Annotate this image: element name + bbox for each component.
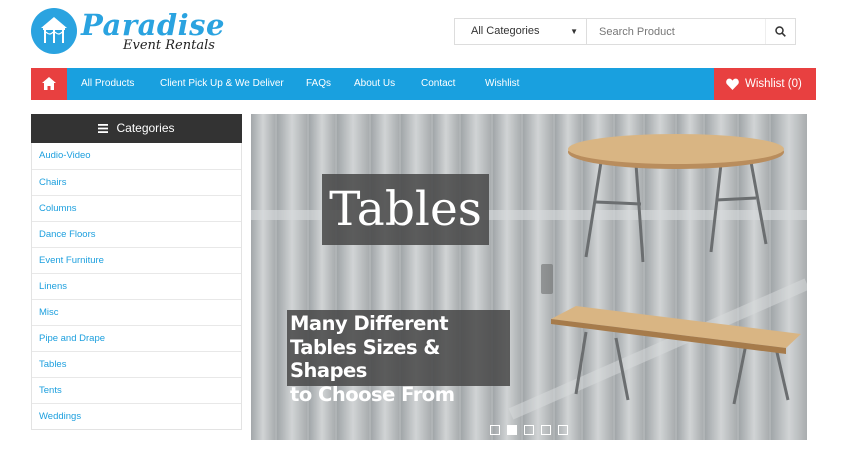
category-tents[interactable]: Tents — [32, 377, 241, 403]
search-input[interactable] — [587, 19, 765, 44]
site-header: Paradise Event Rentals All Categories ▼ — [0, 0, 845, 68]
slider-dot[interactable] — [541, 425, 551, 435]
nav-faqs[interactable]: FAQs — [306, 68, 331, 100]
home-button[interactable] — [31, 68, 67, 100]
category-linens[interactable]: Linens — [32, 273, 241, 299]
brand-tagline: Event Rentals — [123, 38, 215, 53]
heart-icon — [726, 78, 739, 90]
hero-subtitle-line: Many Different — [290, 312, 449, 335]
home-icon — [42, 77, 56, 90]
hero-subtitle-line: Tables Sizes & Shapes — [290, 335, 440, 383]
round-table-image — [568, 134, 784, 263]
category-columns[interactable]: Columns — [32, 195, 241, 221]
caret-down-icon: ▼ — [570, 27, 578, 36]
search-bar: All Categories ▼ — [454, 18, 796, 45]
search-button[interactable] — [765, 19, 795, 44]
site-logo[interactable]: Paradise Event Rentals — [31, 8, 224, 58]
hero-subtitle-line: to Choose From — [290, 382, 455, 406]
wishlist-label: Wishlist (0) — [745, 78, 802, 90]
categories-header: Categories — [31, 114, 242, 143]
categories-sidebar: Categories Audio-Video Chairs Columns Da… — [31, 114, 242, 430]
hero-slider[interactable]: Tables Many Different Tables Sizes & Sha… — [251, 114, 807, 440]
category-weddings[interactable]: Weddings — [32, 403, 241, 429]
nav-wishlist[interactable]: Wishlist — [485, 68, 519, 100]
slider-dot[interactable] — [490, 425, 500, 435]
search-icon — [775, 26, 786, 37]
category-event-furniture[interactable]: Event Furniture — [32, 247, 241, 273]
nav-about-us[interactable]: About Us — [354, 68, 395, 100]
hero-subtitle: Many Different Tables Sizes & Shapes to … — [287, 310, 510, 406]
slider-dot[interactable] — [507, 425, 517, 435]
gazebo-icon — [31, 8, 77, 54]
hero-title: Tables — [322, 174, 489, 245]
category-select[interactable]: All Categories ▼ — [455, 19, 587, 44]
category-pipe-and-drape[interactable]: Pipe and Drape — [32, 325, 241, 351]
rectangle-table-image — [551, 306, 801, 405]
nav-client-pickup[interactable]: Client Pick Up & We Deliver — [160, 68, 284, 100]
nav-contact[interactable]: Contact — [421, 68, 455, 100]
slider-dot[interactable] — [524, 425, 534, 435]
category-select-value: All Categories — [471, 25, 540, 37]
category-list: Audio-Video Chairs Columns Dance Floors … — [31, 143, 242, 430]
wishlist-button[interactable]: Wishlist (0) — [714, 68, 816, 100]
category-audio-video[interactable]: Audio-Video — [32, 143, 241, 169]
category-tables[interactable]: Tables — [32, 351, 241, 377]
brand-name: Paradise — [81, 8, 225, 42]
menu-icon — [98, 124, 109, 133]
categories-title: Categories — [116, 121, 175, 135]
category-misc[interactable]: Misc — [32, 299, 241, 325]
category-chairs[interactable]: Chairs — [32, 169, 241, 195]
main-nav: All Products Client Pick Up & We Deliver… — [31, 68, 816, 100]
slider-dot[interactable] — [558, 425, 568, 435]
nav-all-products[interactable]: All Products — [81, 68, 134, 100]
category-dance-floors[interactable]: Dance Floors — [32, 221, 241, 247]
